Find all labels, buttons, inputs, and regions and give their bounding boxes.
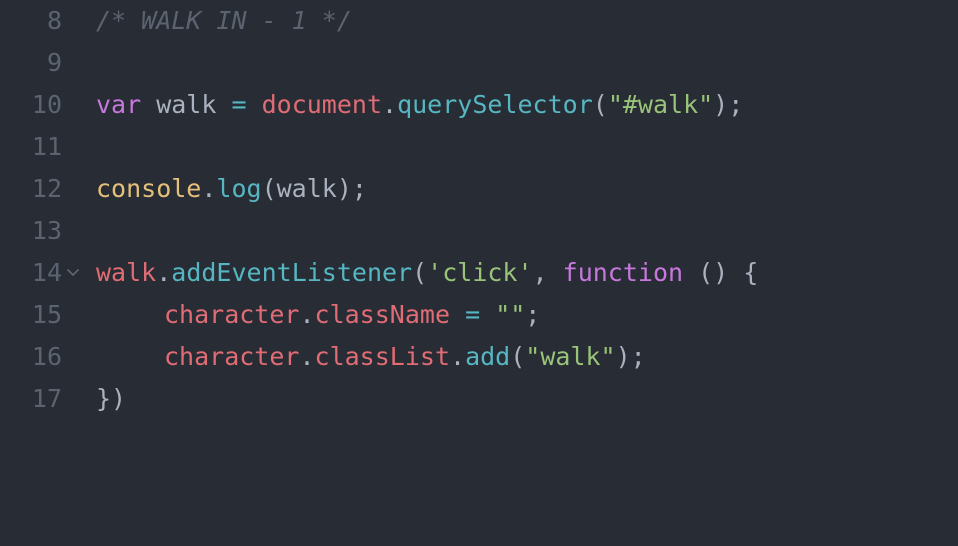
line-number: 14 (31, 258, 62, 287)
string-token: "" (495, 300, 526, 329)
identifier-token: walk (141, 90, 232, 119)
line-number: 12 (31, 174, 62, 203)
punctuation-token: . (382, 90, 398, 119)
punctuation-token: . (450, 342, 466, 371)
string-token: 'click' (427, 258, 533, 287)
line-number: 16 (31, 342, 62, 371)
chevron-down-icon (67, 269, 79, 276)
punctuation-token: }) (96, 384, 127, 413)
object-token: console (96, 174, 202, 203)
code-line[interactable]: 8 /* WALK IN - 1 */ (0, 0, 958, 42)
string-token: "walk" (525, 342, 616, 371)
punctuation-token: ); (713, 90, 744, 119)
property-token: classList (314, 342, 450, 371)
punctuation-token: ( (592, 90, 608, 119)
line-number: 13 (31, 216, 62, 245)
code-line[interactable]: 15 character.className = ""; (0, 294, 958, 336)
punctuation-token: , (532, 258, 563, 287)
line-number: 9 (46, 48, 62, 77)
punctuation-token: . (299, 300, 315, 329)
line-number: 8 (46, 6, 62, 35)
punctuation-token: ( (412, 258, 428, 287)
code-line[interactable]: 16 character.classList.add("walk"); (0, 336, 958, 378)
punctuation-token: (walk); (261, 174, 367, 203)
code-line[interactable]: 13 (0, 210, 958, 252)
line-number: 10 (31, 90, 62, 119)
method-token: querySelector (397, 90, 593, 119)
code-line[interactable]: 10 var walk = document.querySelector("#w… (0, 84, 958, 126)
object-token: character (164, 300, 300, 329)
punctuation-token: ( (510, 342, 526, 371)
comment-token: /* WALK IN - 1 */ (96, 6, 352, 35)
code-editor[interactable]: 8 /* WALK IN - 1 */ 9 10 var walk = docu… (0, 0, 958, 420)
punctuation-token: ; (525, 300, 541, 329)
line-number: 17 (31, 384, 62, 413)
fold-toggle[interactable] (66, 252, 82, 294)
code-text[interactable]: walk.addEventListener('click', function … (96, 252, 758, 294)
code-text[interactable]: var walk = document.querySelector("#walk… (96, 84, 743, 126)
punctuation-token: . (299, 342, 315, 371)
line-number: 11 (31, 132, 62, 161)
method-token: addEventListener (171, 258, 413, 287)
operator-token: = (465, 300, 481, 329)
operator-token: = (231, 90, 247, 119)
code-text[interactable]: }) (96, 378, 126, 420)
code-line[interactable]: 11 (0, 126, 958, 168)
method-token: log (216, 174, 262, 203)
object-token: character (164, 342, 300, 371)
keyword-token: function (562, 258, 684, 287)
code-text[interactable]: console.log(walk); (96, 168, 367, 210)
line-number: 15 (31, 300, 62, 329)
punctuation-token: () { (683, 258, 759, 287)
code-line[interactable]: 9 (0, 42, 958, 84)
string-token: "#walk" (607, 90, 714, 119)
method-token: add (465, 342, 511, 371)
code-text[interactable]: character.classList.add("walk"); (96, 336, 646, 378)
object-token: document (261, 90, 383, 119)
object-token: walk (96, 258, 157, 287)
code-line[interactable]: 14 walk.addEventListener('click', functi… (0, 252, 958, 294)
punctuation-token: ); (615, 342, 646, 371)
code-text[interactable]: character.className = ""; (96, 294, 540, 336)
punctuation-token: . (201, 174, 217, 203)
property-token: className (314, 300, 450, 329)
code-text[interactable]: /* WALK IN - 1 */ (96, 0, 352, 42)
code-line[interactable]: 17 }) (0, 378, 958, 420)
punctuation-token: . (156, 258, 172, 287)
keyword-token: var (96, 90, 142, 119)
code-line[interactable]: 12 console.log(walk); (0, 168, 958, 210)
